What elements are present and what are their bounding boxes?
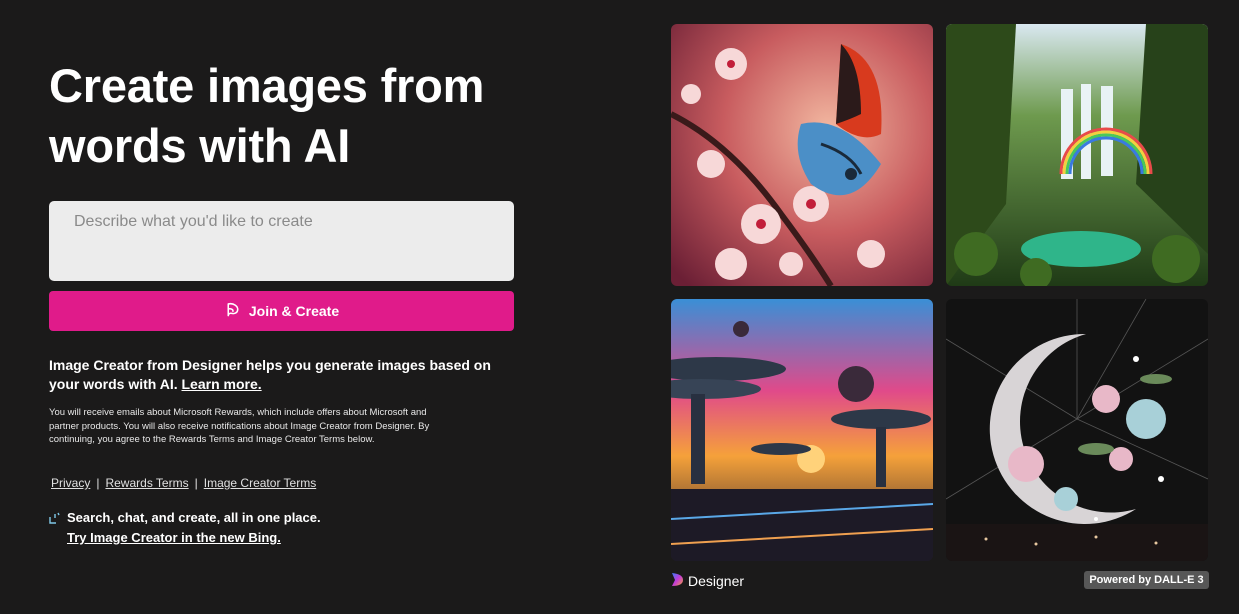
hero: Create images from words with AI (49, 56, 519, 176)
dalle-badge: Powered by DALL-E 3 (1084, 571, 1209, 589)
description-text: Image Creator from Designer helps you ge… (49, 357, 491, 392)
prompt-input[interactable] (49, 201, 514, 281)
futuristic-city-sunset-image (671, 299, 933, 561)
image-creator-terms-link[interactable]: Image Creator Terms (204, 476, 316, 490)
designer-swirl-icon (224, 301, 241, 321)
footer-links: Privacy | Rewards Terms | Image Creator … (51, 476, 316, 490)
floral-crescent-moon-image (946, 299, 1208, 561)
description: Image Creator from Designer helps you ge… (49, 356, 509, 394)
link-separator: | (96, 476, 100, 490)
try-new-bing-link[interactable]: Try Image Creator in the new Bing. (67, 528, 321, 548)
join-and-create-label: Join & Create (248, 303, 340, 319)
bing-sparkle-icon (49, 510, 61, 524)
butterfly-cherry-blossom-image (671, 24, 933, 286)
page-title: Create images from words with AI (49, 59, 485, 172)
rewards-terms-link[interactable]: Rewards Terms (105, 476, 188, 490)
fine-print: You will receive emails about Microsoft … (49, 407, 430, 445)
promo-text: Search, chat, and create, all in one pla… (67, 510, 321, 525)
join-and-create-button[interactable]: Join & Create (49, 291, 514, 331)
designer-logo-icon (671, 572, 684, 590)
privacy-link[interactable]: Privacy (51, 476, 90, 490)
designer-label: Designer (688, 573, 745, 589)
bing-promo: Search, chat, and create, all in one pla… (49, 508, 321, 548)
waterfall-rainbow-jungle-image (946, 24, 1208, 286)
learn-more-link[interactable]: Learn more. (182, 376, 262, 392)
designer-logo[interactable]: Designer (671, 572, 744, 590)
link-separator: | (194, 476, 198, 490)
